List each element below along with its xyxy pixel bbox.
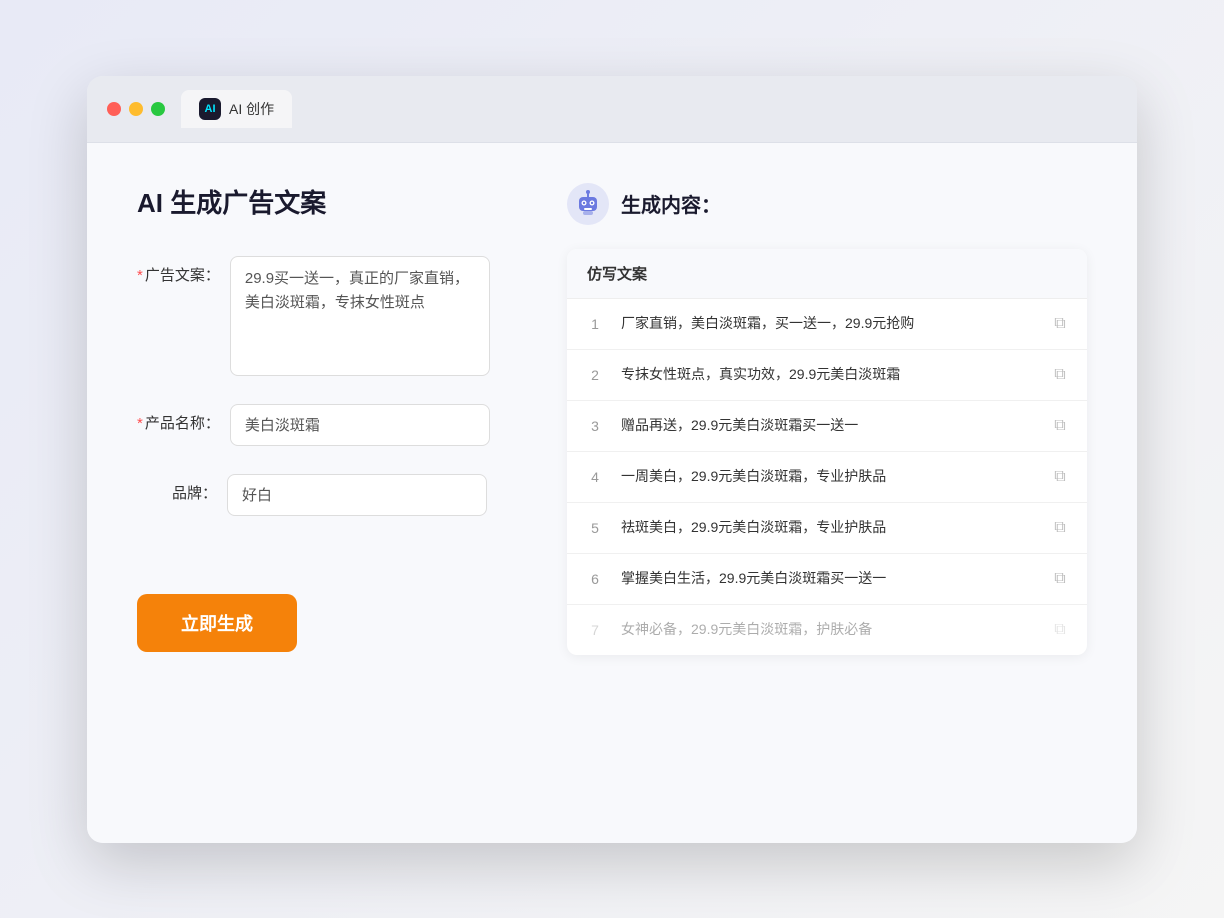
product-name-input[interactable]	[230, 404, 490, 446]
ad-copy-input[interactable]: 29.9买一送一，真正的厂家直销，美白淡斑霜，专抹女性斑点	[230, 256, 490, 376]
title-bar: AI AI 创作	[87, 76, 1137, 143]
right-panel: 生成内容： 仿写文案 1 厂家直销，美白淡斑霜，买一送一，29.9元抢购 ⧉ 2…	[567, 183, 1087, 803]
copy-icon-2[interactable]: ⧉	[1049, 364, 1071, 386]
product-name-group: *产品名称：	[137, 404, 517, 446]
ad-copy-label: *广告文案：	[137, 256, 220, 285]
row-num-2: 2	[583, 367, 607, 383]
row-text-4: 一周美白，29.9元美白淡斑霜，专业护肤品	[621, 466, 1035, 487]
table-row: 2 专抹女性斑点，真实功效，29.9元美白淡斑霜 ⧉	[567, 350, 1087, 401]
row-text-1: 厂家直销，美白淡斑霜，买一送一，29.9元抢购	[621, 313, 1035, 334]
row-num-7: 7	[583, 622, 607, 638]
required-star-1: *	[137, 267, 143, 284]
table-row: 1 厂家直销，美白淡斑霜，买一送一，29.9元抢购 ⧉	[567, 299, 1087, 350]
brand-label: 品牌：	[137, 474, 217, 503]
left-panel: AI 生成广告文案 *广告文案： 29.9买一送一，真正的厂家直销，美白淡斑霜，…	[137, 183, 517, 803]
close-button[interactable]	[107, 102, 121, 116]
maximize-button[interactable]	[151, 102, 165, 116]
copy-icon-6[interactable]: ⧉	[1049, 568, 1071, 590]
brand-input[interactable]	[227, 474, 487, 516]
row-num-6: 6	[583, 571, 607, 587]
table-row: 3 赠品再送，29.9元美白淡斑霜买一送一 ⧉	[567, 401, 1087, 452]
copy-icon-1[interactable]: ⧉	[1049, 313, 1071, 335]
table-row: 5 祛斑美白，29.9元美白淡斑霜，专业护肤品 ⧉	[567, 503, 1087, 554]
ai-creation-tab[interactable]: AI AI 创作	[181, 90, 292, 128]
result-title: 生成内容：	[621, 189, 721, 218]
product-name-label: *产品名称：	[137, 404, 220, 433]
row-num-4: 4	[583, 469, 607, 485]
page-title: AI 生成广告文案	[137, 183, 517, 220]
result-table: 仿写文案 1 厂家直销，美白淡斑霜，买一送一，29.9元抢购 ⧉ 2 专抹女性斑…	[567, 249, 1087, 655]
copy-icon-5[interactable]: ⧉	[1049, 517, 1071, 539]
row-text-6: 掌握美白生活，29.9元美白淡斑霜买一送一	[621, 568, 1035, 589]
copy-icon-4[interactable]: ⧉	[1049, 466, 1071, 488]
row-num-3: 3	[583, 418, 607, 434]
generate-button[interactable]: 立即生成	[137, 594, 297, 652]
copy-icon-7[interactable]: ⧉	[1049, 619, 1071, 641]
tab-label: AI 创作	[229, 99, 274, 119]
table-header: 仿写文案	[567, 249, 1087, 299]
row-num-1: 1	[583, 316, 607, 332]
ad-copy-group: *广告文案： 29.9买一送一，真正的厂家直销，美白淡斑霜，专抹女性斑点	[137, 256, 517, 376]
copy-icon-3[interactable]: ⧉	[1049, 415, 1071, 437]
row-text-5: 祛斑美白，29.9元美白淡斑霜，专业护肤品	[621, 517, 1035, 538]
row-text-3: 赠品再送，29.9元美白淡斑霜买一送一	[621, 415, 1035, 436]
minimize-button[interactable]	[129, 102, 143, 116]
robot-icon	[567, 183, 609, 225]
content-area: AI 生成广告文案 *广告文案： 29.9买一送一，真正的厂家直销，美白淡斑霜，…	[87, 143, 1137, 843]
browser-window: AI AI 创作 AI 生成广告文案 *广告文案： 29.9买一送一，真正的厂家…	[87, 76, 1137, 843]
table-row: 7 女神必备，29.9元美白淡斑霜，护肤必备 ⧉	[567, 605, 1087, 655]
traffic-lights	[107, 102, 165, 116]
table-row: 4 一周美白，29.9元美白淡斑霜，专业护肤品 ⧉	[567, 452, 1087, 503]
row-num-5: 5	[583, 520, 607, 536]
tab-icon: AI	[199, 98, 221, 120]
required-star-2: *	[137, 415, 143, 432]
row-text-2: 专抹女性斑点，真实功效，29.9元美白淡斑霜	[621, 364, 1035, 385]
result-header: 生成内容：	[567, 183, 1087, 225]
brand-group: 品牌：	[137, 474, 517, 516]
table-row: 6 掌握美白生活，29.9元美白淡斑霜买一送一 ⧉	[567, 554, 1087, 605]
row-text-7: 女神必备，29.9元美白淡斑霜，护肤必备	[621, 619, 1035, 640]
